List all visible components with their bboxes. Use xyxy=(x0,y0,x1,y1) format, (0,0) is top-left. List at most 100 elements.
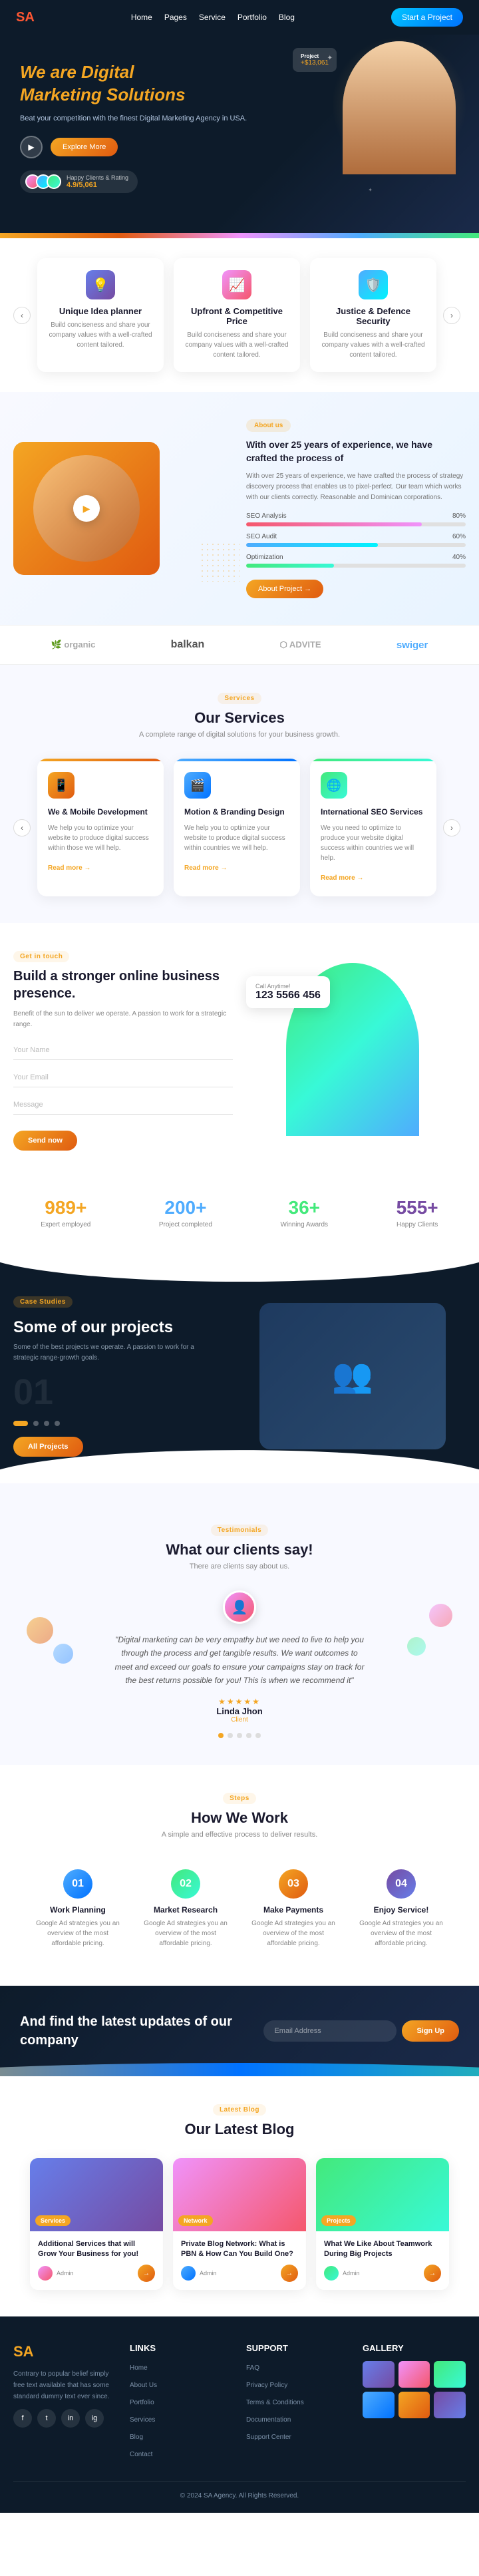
stat-4: 555+ Happy Clients xyxy=(397,1197,438,1228)
message-input[interactable] xyxy=(13,1095,233,1115)
contact-title: Build a stronger online business presenc… xyxy=(13,968,233,1002)
hero-play-button[interactable]: ▶ xyxy=(20,136,43,158)
email-input[interactable] xyxy=(13,1068,233,1087)
projects-title: Some of our projects xyxy=(13,1318,240,1337)
testimonial-dot-1[interactable] xyxy=(218,1733,224,1738)
blog-arrow-2[interactable]: → xyxy=(281,2265,298,2282)
projects-cta-button[interactable]: All Projects xyxy=(13,1437,83,1457)
stat-value-3: 36+ xyxy=(281,1197,329,1218)
service-title-1: We & Mobile Development xyxy=(48,807,153,818)
social-twitter[interactable]: t xyxy=(37,2409,56,2428)
blog-image-1: Services xyxy=(30,2158,163,2231)
side-avatar-4 xyxy=(407,1637,426,1656)
nav-home[interactable]: Home xyxy=(131,13,152,22)
service-readmore-2[interactable]: Read more → xyxy=(184,864,227,872)
brand-3: ⬡ ADVITE xyxy=(279,640,321,650)
service-readmore-1[interactable]: Read more → xyxy=(48,864,90,872)
skill-seo-audit: SEO Audit 60% xyxy=(246,533,466,547)
footer-support-col: SUPPORT FAQ Privacy Policy Terms & Condi… xyxy=(246,2343,349,2465)
about-description: With over 25 years of experience, we hav… xyxy=(246,471,466,503)
about-title: With over 25 years of experience, we hav… xyxy=(246,439,466,464)
service-desc-2: We help you to optimize your website to … xyxy=(184,823,289,853)
blog-image-2: Network xyxy=(173,2158,306,2231)
service-title-2: Motion & Branding Design xyxy=(184,807,289,818)
blog-title: Our Latest Blog xyxy=(13,2121,466,2138)
social-instagram[interactable]: ig xyxy=(85,2409,104,2428)
process-step-1: 01 Work Planning Google Ad strategies yo… xyxy=(29,1859,127,1959)
navigation: SA Home Pages Service Portfolio Blog Sta… xyxy=(0,0,479,35)
footer-links-title: LINKS xyxy=(130,2343,233,2353)
blog-header: Latest Blog Our Latest Blog xyxy=(13,2103,466,2138)
testimonial-dot-4[interactable] xyxy=(246,1733,251,1738)
footer-links-col: LINKS Home About Us Portfolio Services B… xyxy=(130,2343,233,2465)
blog-body-3: What We Like About Teamwork During Big P… xyxy=(316,2231,449,2291)
testimonial-dot-2[interactable] xyxy=(228,1733,233,1738)
process-num-1: 01 xyxy=(63,1869,92,1899)
process-desc-4: Google Ad strategies you an overview of … xyxy=(359,1919,444,1948)
brands-section: 🌿 organic balkan ⬡ ADVITE swiger xyxy=(0,625,479,665)
blog-arrow-3[interactable]: → xyxy=(424,2265,441,2282)
features-prev-button[interactable]: ‹ xyxy=(13,307,31,324)
footer-link-portfolio: Portfolio xyxy=(130,2396,233,2408)
service-readmore-3[interactable]: Read more → xyxy=(321,874,363,882)
projects-content: Case Studies Some of our projects Some o… xyxy=(13,1295,240,1457)
testimonial-pagination xyxy=(218,1733,261,1738)
blog-arrow-1[interactable]: → xyxy=(138,2265,155,2282)
about-play-button[interactable]: ▶ xyxy=(73,495,100,522)
hero-explore-button[interactable]: Explore More xyxy=(51,138,118,156)
skill-seo-analysis: SEO Analysis 80% xyxy=(246,512,466,526)
footer-gallery xyxy=(363,2361,466,2418)
footer-support-terms: Terms & Conditions xyxy=(246,2396,349,2408)
blog-section: Latest Blog Our Latest Blog Services Add… xyxy=(0,2076,479,2317)
footer-link-blog: Blog xyxy=(130,2430,233,2442)
service-card-1: 📱 We & Mobile Development We help you to… xyxy=(37,759,164,896)
about-section: ▶ About us With over 25 years of experie… xyxy=(0,392,479,625)
blog-author-1: Admin → xyxy=(38,2265,155,2282)
footer-support-title: SUPPORT xyxy=(246,2343,349,2353)
feature-icon-1: 💡 xyxy=(86,270,115,299)
brand-1: 🌿 organic xyxy=(51,640,96,650)
services-next-button[interactable]: › xyxy=(443,819,460,836)
gallery-img-3 xyxy=(434,2361,466,2388)
footer-logo: SA xyxy=(13,2343,116,2360)
blog-card-3: Projects What We Like About Teamwork Dur… xyxy=(316,2158,449,2291)
name-input[interactable] xyxy=(13,1041,233,1060)
stats-grid: 989+ Expert employed 200+ Project comple… xyxy=(13,1197,466,1228)
process-section: Steps How We Work A simple and effective… xyxy=(0,1765,479,1986)
services-grid: 📱 We & Mobile Development We help you to… xyxy=(37,759,436,896)
dot-decoration xyxy=(200,542,240,582)
about-cta-button[interactable]: About Project → xyxy=(246,580,323,598)
hero-image: Project +$13,061 xyxy=(333,35,466,174)
process-title: How We Work xyxy=(13,1809,466,1827)
contact-tag: Get in touch xyxy=(13,951,69,962)
process-header: Steps How We Work A simple and effective… xyxy=(13,1791,466,1839)
contact-visual: Call Anytime! 123 5566 456 xyxy=(246,950,419,1136)
side-avatar-2 xyxy=(53,1644,73,1664)
testimonial-dot-5[interactable] xyxy=(255,1733,261,1738)
nav-pages[interactable]: Pages xyxy=(164,13,187,22)
project-dot-4[interactable] xyxy=(55,1421,60,1426)
nav-cta-button[interactable]: Start a Project xyxy=(391,8,463,27)
nav-service[interactable]: Service xyxy=(199,13,226,22)
footer-grid: SA Contrary to popular belief simply fre… xyxy=(13,2343,466,2465)
brand-4: swiger xyxy=(397,640,428,651)
projects-description: Some of the best projects we operate. A … xyxy=(13,1342,200,1364)
testimonial-dot-3[interactable] xyxy=(237,1733,242,1738)
contact-submit-button[interactable]: Send now xyxy=(13,1131,77,1151)
process-step-3: 03 Make Payments Google Ad strategies yo… xyxy=(244,1859,343,1959)
services-prev-button[interactable]: ‹ xyxy=(13,819,31,836)
blog-body-2: Private Blog Network: What is PBN & How … xyxy=(173,2231,306,2291)
nav-blog[interactable]: Blog xyxy=(279,13,295,22)
gallery-img-5 xyxy=(399,2392,430,2418)
contact-form-area: Get in touch Build a stronger online bus… xyxy=(13,950,233,1151)
project-dot-active[interactable] xyxy=(13,1421,28,1426)
project-dot-2[interactable] xyxy=(33,1421,39,1426)
nav-portfolio[interactable]: Portfolio xyxy=(238,13,267,22)
social-linkedin[interactable]: in xyxy=(61,2409,80,2428)
process-num-3: 03 xyxy=(279,1869,308,1899)
features-next-button[interactable]: › xyxy=(443,307,460,324)
social-facebook[interactable]: f xyxy=(13,2409,32,2428)
project-dot-3[interactable] xyxy=(44,1421,49,1426)
footer-link-home: Home xyxy=(130,2361,233,2373)
projects-counter: 01 xyxy=(13,1374,240,1410)
